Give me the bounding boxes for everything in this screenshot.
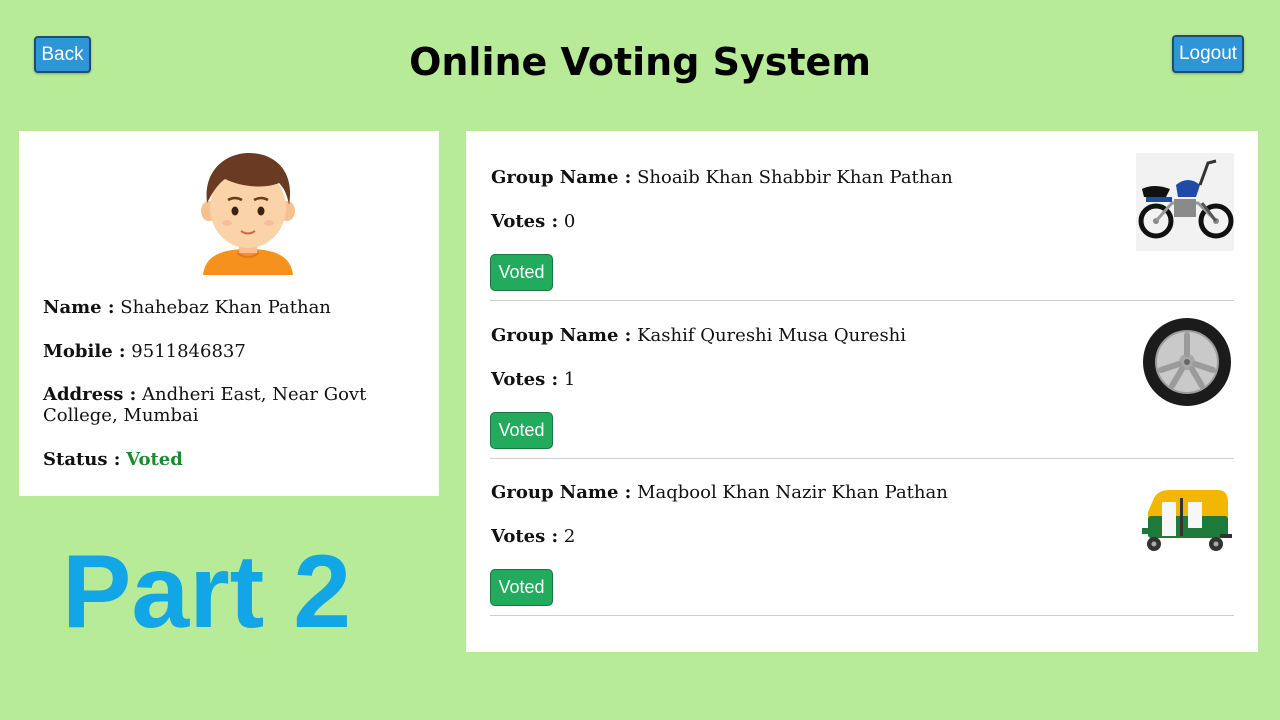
- voted-button[interactable]: Voted: [490, 412, 553, 449]
- voted-button[interactable]: Voted: [490, 569, 553, 606]
- group-name-row: Group Name : Maqbool Khan Nazir Khan Pat…: [491, 482, 948, 503]
- logout-button[interactable]: Logout: [1172, 35, 1244, 73]
- group-name-row: Group Name : Shoaib Khan Shabbir Khan Pa…: [491, 167, 953, 188]
- groups-panel: Group Name : Shoaib Khan Shabbir Khan Pa…: [466, 131, 1258, 652]
- votes-count: 0: [563, 211, 576, 232]
- voter-profile-card: Name : Shahebaz Khan Pathan Mobile : 951…: [19, 131, 439, 496]
- address-label: Address :: [43, 384, 137, 405]
- group-item: Group Name : Maqbool Khan Nazir Khan Pat…: [490, 458, 1234, 616]
- group-votes-row: Votes : 1: [491, 369, 575, 390]
- auto-rickshaw-icon: [1142, 490, 1232, 551]
- votes-count: 2: [563, 526, 576, 547]
- voter-status-row: Status : Voted: [43, 449, 403, 470]
- page-title: Online Voting System: [409, 40, 871, 84]
- votes-label: Votes :: [491, 526, 559, 547]
- voted-button[interactable]: Voted: [490, 254, 553, 291]
- mobile-label: Mobile :: [43, 341, 126, 362]
- voter-name-row: Name : Shahebaz Khan Pathan: [43, 297, 403, 318]
- group-votes-row: Votes : 2: [491, 526, 575, 547]
- votes-count: 1: [563, 369, 576, 390]
- name-label: Name :: [43, 297, 115, 318]
- group-name: Maqbool Khan Nazir Khan Pathan: [637, 482, 948, 503]
- group-name-label: Group Name :: [491, 325, 632, 346]
- votes-label: Votes :: [491, 369, 559, 390]
- group-name-label: Group Name :: [491, 167, 632, 188]
- votes-label: Votes :: [491, 211, 559, 232]
- part-number-overlay: Part 2: [62, 534, 352, 650]
- voter-address-row: Address : Andheri East, Near Govt Colleg…: [43, 384, 403, 426]
- group-votes-row: Votes : 0: [491, 211, 575, 232]
- group-name: Shoaib Khan Shabbir Khan Pathan: [637, 167, 953, 188]
- voter-name: Shahebaz Khan Pathan: [120, 297, 331, 318]
- tyre-icon: [1143, 318, 1231, 406]
- group-item: Group Name : Kashif Qureshi Musa Qureshi…: [490, 301, 1234, 459]
- group-name-row: Group Name : Kashif Qureshi Musa Qureshi: [491, 325, 906, 346]
- user-avatar-icon: [201, 153, 295, 275]
- status-label: Status :: [43, 449, 121, 470]
- group-name-label: Group Name :: [491, 482, 632, 503]
- voter-mobile-row: Mobile : 9511846837: [43, 341, 403, 362]
- voter-mobile: 9511846837: [131, 341, 246, 362]
- motorcycle-icon: [1136, 153, 1234, 251]
- group-name: Kashif Qureshi Musa Qureshi: [637, 325, 907, 346]
- group-item: Group Name : Shoaib Khan Shabbir Khan Pa…: [490, 143, 1234, 301]
- voter-status: Voted: [126, 449, 183, 470]
